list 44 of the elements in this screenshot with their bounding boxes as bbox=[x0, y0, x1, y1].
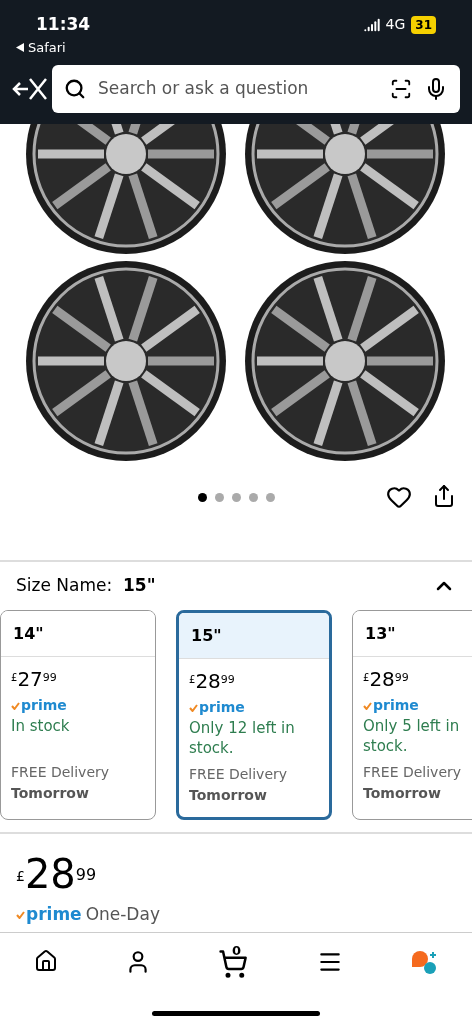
network-label: 4G bbox=[385, 15, 406, 35]
check-icon bbox=[11, 701, 20, 710]
size-option-card[interactable]: 13" $^{£}$28$^{99}$ prime Only 5 left in stock. FREE Delivery Tomorrow bbox=[352, 610, 472, 820]
prime-logo: prime bbox=[11, 695, 145, 716]
check-icon bbox=[189, 703, 198, 712]
delivery-label: FREE Delivery bbox=[189, 765, 289, 784]
back-link[interactable]: Safari bbox=[28, 37, 66, 57]
size-name: 14" bbox=[13, 622, 44, 645]
search-field[interactable]: Search or ask a question bbox=[52, 65, 460, 113]
prime-logo: prime bbox=[189, 697, 319, 718]
option-price: $^{£}$28$^{99}$ bbox=[189, 669, 236, 693]
delivery-day: Tomorrow bbox=[189, 785, 319, 806]
stock-status: Only 12 left in stock. bbox=[189, 718, 296, 759]
delivery-speed: One-Day bbox=[85, 903, 160, 926]
stock-status: In stock bbox=[11, 716, 71, 737]
option-price: $^{£}$28$^{99}$ bbox=[363, 667, 410, 691]
heart-icon[interactable] bbox=[386, 484, 412, 510]
close-icon[interactable] bbox=[12, 76, 48, 102]
delivery-label: FREE Delivery bbox=[11, 763, 111, 782]
status-time: 11:34 bbox=[36, 13, 91, 36]
camera-scan-icon[interactable] bbox=[390, 78, 412, 100]
prime-logo: prime bbox=[363, 695, 472, 716]
option-price: $^{£}$27$^{99}$ bbox=[11, 667, 58, 691]
stock-status: Only 5 left in stock. bbox=[363, 716, 461, 757]
size-label: Size Name: 15" bbox=[16, 574, 156, 598]
size-option-card[interactable]: 14" $^{£}$27$^{99}$ prime In stock FREE Delivery Tomorrow bbox=[0, 610, 156, 820]
delivery-label: FREE Delivery bbox=[363, 763, 463, 782]
search-icon bbox=[64, 78, 86, 100]
check-icon bbox=[363, 701, 372, 710]
share-icon[interactable] bbox=[432, 484, 456, 508]
home-icon[interactable] bbox=[33, 949, 58, 973]
chat-bubbles-icon[interactable] bbox=[410, 949, 439, 975]
main-price: $^{£}$28$^{99}$ bbox=[16, 850, 98, 898]
battery-icon: 31 bbox=[411, 15, 436, 34]
size-name: 15" bbox=[191, 624, 222, 647]
signal-icon bbox=[363, 16, 380, 33]
delivery-day: Tomorrow bbox=[11, 783, 145, 804]
delivery-day: Tomorrow bbox=[363, 783, 472, 804]
back-triangle-icon bbox=[16, 42, 24, 52]
size-name: 13" bbox=[365, 622, 396, 645]
search-input[interactable]: Search or ask a question bbox=[98, 76, 378, 102]
size-option-card[interactable]: 15" $^{£}$28$^{99}$ prime Only 12 left in stock. FREE Delivery Tomorrow bbox=[176, 610, 332, 820]
prime-logo: prime bbox=[16, 902, 82, 928]
check-icon bbox=[16, 910, 25, 919]
